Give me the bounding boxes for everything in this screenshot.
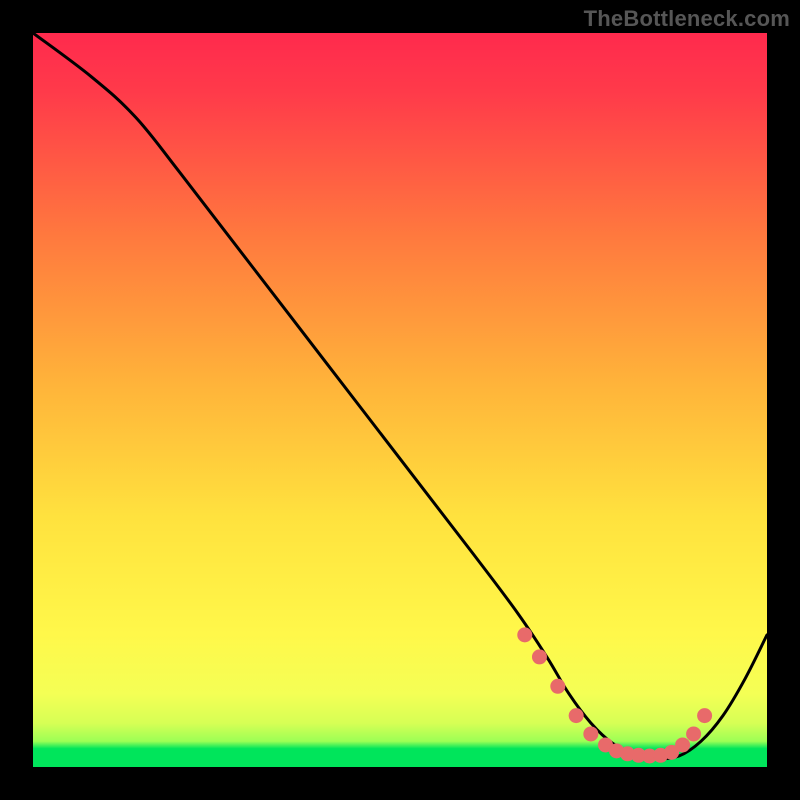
outer-frame: TheBottleneck.com — [0, 0, 800, 800]
valley-dot — [517, 627, 532, 642]
valley-dot — [532, 649, 547, 664]
watermark-text: TheBottleneck.com — [584, 6, 790, 32]
plot-area — [33, 33, 767, 767]
valley-dot — [697, 708, 712, 723]
valley-dot — [686, 726, 701, 741]
valley-dot — [550, 679, 565, 694]
valley-dot — [569, 708, 584, 723]
valley-dot — [675, 737, 690, 752]
chart-svg — [33, 33, 767, 767]
valley-dot — [583, 726, 598, 741]
